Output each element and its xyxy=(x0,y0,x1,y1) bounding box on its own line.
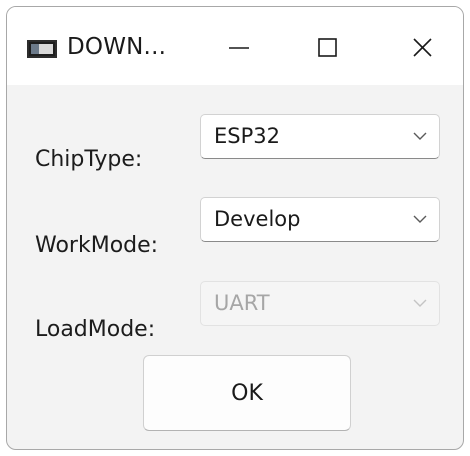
ok-button[interactable]: OK xyxy=(143,355,351,431)
chevron-down-icon xyxy=(413,299,427,307)
app-window-icon xyxy=(27,40,57,58)
chip-type-select[interactable]: ESP32 xyxy=(200,114,440,159)
window-title: DOWN... xyxy=(67,34,167,60)
maximize-button[interactable] xyxy=(291,25,363,71)
chevron-down-icon xyxy=(413,132,427,140)
close-icon xyxy=(413,38,432,57)
title-bar[interactable]: DOWN... xyxy=(7,7,463,85)
close-button[interactable] xyxy=(387,25,459,71)
work-mode-label: WorkMode: xyxy=(35,233,159,258)
load-mode-value: UART xyxy=(214,291,270,315)
minimize-icon xyxy=(229,47,249,49)
minimize-button[interactable] xyxy=(203,25,275,71)
work-mode-value: Develop xyxy=(214,207,301,231)
download-dialog-window: DOWN... ChipType: ESP32 WorkMode: Develo… xyxy=(6,6,464,450)
chip-type-value: ESP32 xyxy=(214,124,280,148)
chip-type-label: ChipType: xyxy=(35,147,143,172)
chevron-down-icon xyxy=(413,215,427,223)
load-mode-label: LoadMode: xyxy=(35,317,156,342)
load-mode-select-disabled: UART xyxy=(200,281,440,326)
work-mode-select[interactable]: Develop xyxy=(200,197,440,242)
maximize-icon xyxy=(318,38,337,57)
